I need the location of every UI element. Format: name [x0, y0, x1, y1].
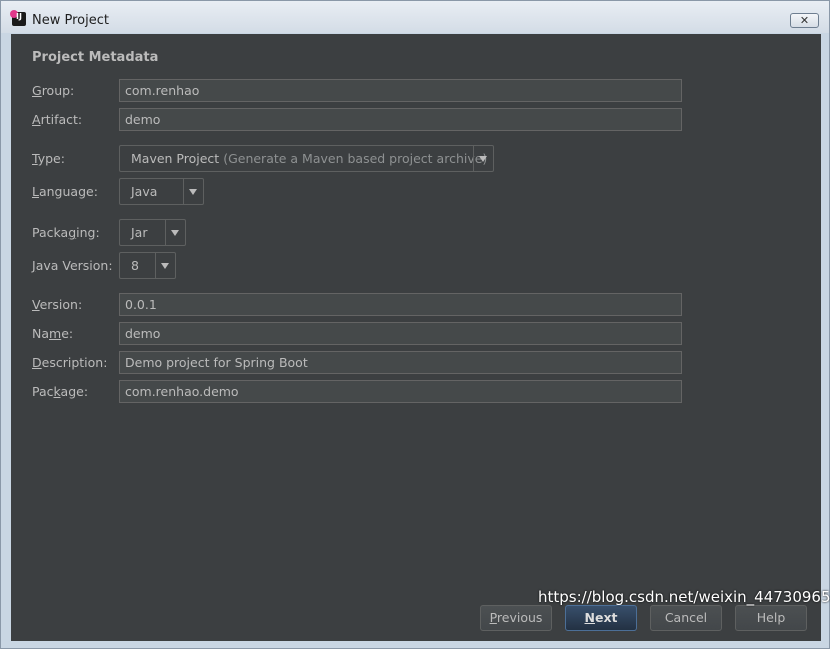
- packaging-select[interactable]: Jar: [119, 219, 186, 246]
- type-select-value: Maven Project (Generate a Maven based pr…: [131, 151, 488, 166]
- java-version-select-value: 8: [131, 258, 139, 273]
- intellij-app-icon: IJ: [10, 10, 26, 26]
- language-select[interactable]: Java: [119, 178, 204, 205]
- artifact-label: Artifact:: [32, 112, 83, 127]
- watermark-text: https://blog.csdn.net/weixin_44730965: [538, 588, 830, 606]
- group-input[interactable]: com.renhao: [119, 79, 682, 102]
- title-bar: IJ New Project ✕: [1, 1, 829, 33]
- description-label: Description:: [32, 355, 108, 370]
- close-button[interactable]: ✕: [790, 13, 819, 28]
- group-label: Group:: [32, 83, 75, 98]
- chevron-down-icon[interactable]: [473, 146, 493, 171]
- chevron-down-icon[interactable]: [183, 179, 203, 204]
- window-title: New Project: [32, 13, 109, 28]
- cancel-button[interactable]: Cancel: [650, 605, 722, 631]
- version-input[interactable]: 0.0.1: [119, 293, 682, 316]
- type-label: Type:: [32, 151, 65, 166]
- previous-button[interactable]: Previous: [480, 605, 552, 631]
- language-select-value: Java: [131, 184, 158, 199]
- packaging-label: Packaging:: [32, 225, 100, 240]
- section-title: Project Metadata: [32, 50, 159, 65]
- packaging-select-value: Jar: [131, 225, 148, 240]
- package-input[interactable]: com.renhao.demo: [119, 380, 682, 403]
- dialog-content: Project Metadata Group: com.renhao Artif…: [11, 34, 821, 641]
- next-button[interactable]: Next: [565, 605, 637, 631]
- chevron-down-icon[interactable]: [155, 253, 175, 278]
- name-input[interactable]: demo: [119, 322, 682, 345]
- java-version-select[interactable]: 8: [119, 252, 176, 279]
- version-label: Version:: [32, 297, 83, 312]
- description-input[interactable]: Demo project for Spring Boot: [119, 351, 682, 374]
- name-label: Name:: [32, 326, 74, 341]
- help-button[interactable]: Help: [735, 605, 807, 631]
- chevron-down-icon[interactable]: [165, 220, 185, 245]
- language-label: Language:: [32, 184, 98, 199]
- java-version-label: Java Version:: [32, 258, 113, 273]
- new-project-dialog: IJ New Project ✕ Project Metadata Group:…: [0, 0, 830, 649]
- artifact-input[interactable]: demo: [119, 108, 682, 131]
- package-label: Package:: [32, 384, 89, 399]
- type-select[interactable]: Maven Project (Generate a Maven based pr…: [119, 145, 494, 172]
